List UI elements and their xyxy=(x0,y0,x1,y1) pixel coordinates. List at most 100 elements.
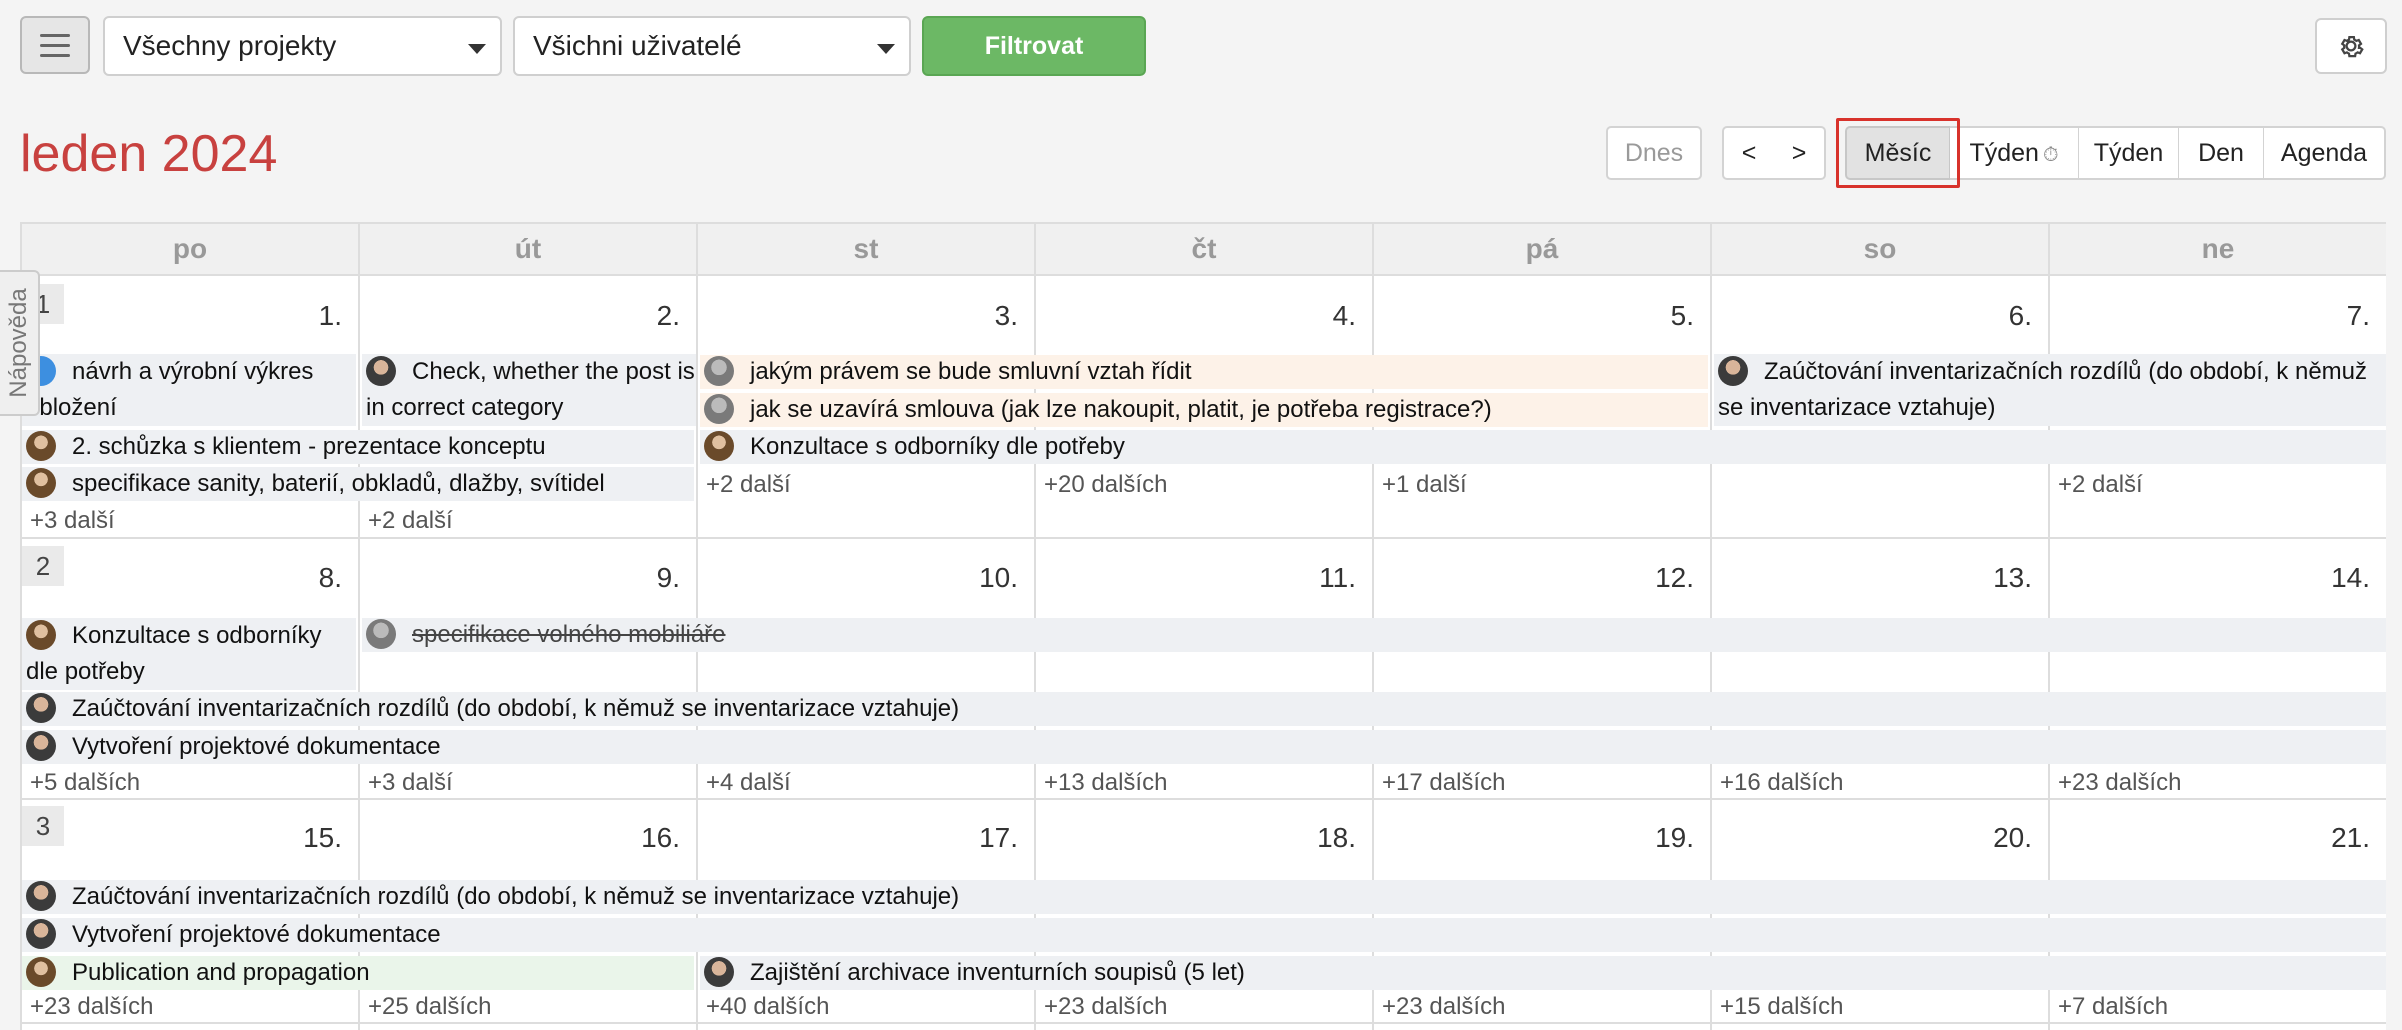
day-number[interactable]: 2. xyxy=(490,300,680,332)
more-events-link[interactable]: +23 dalších xyxy=(1382,992,1505,1022)
avatar xyxy=(1718,355,1748,386)
day-number[interactable]: 1. xyxy=(152,300,342,332)
more-events-link[interactable]: +15 dalších xyxy=(1720,992,1843,1022)
column-line xyxy=(1036,276,1374,1030)
more-events-link[interactable]: +20 dalších xyxy=(1044,470,1167,500)
day-header-ne: ne xyxy=(2050,224,2386,276)
more-events-link[interactable]: +2 další xyxy=(368,506,453,536)
more-events-link[interactable]: +23 dalších xyxy=(1044,992,1167,1022)
day-number[interactable]: 8. xyxy=(152,562,342,594)
event-title: Zajištění archivace inventurních soupisů… xyxy=(750,959,1245,986)
more-events-link[interactable]: +2 další xyxy=(706,470,791,500)
day-number[interactable]: 18. xyxy=(1166,822,1356,854)
event-title: Konzultace s odborníky dle potřeby xyxy=(750,433,1125,460)
day-number[interactable]: 3. xyxy=(828,300,1018,332)
day-number[interactable]: 17. xyxy=(828,822,1018,854)
prev-button[interactable]: < xyxy=(1722,126,1776,180)
calendar-event[interactable]: jak se uzavírá smlouva (jak lze nakoupit… xyxy=(700,393,1708,427)
day-number[interactable]: 16. xyxy=(490,822,680,854)
avatar xyxy=(366,355,396,386)
calendar-event[interactable]: Zajištění archivace inventurních soupisů… xyxy=(700,956,2386,990)
calendar-event[interactable]: Zaúčtování inventarizačních rozdílů (do … xyxy=(22,880,2386,914)
chevron-down-icon xyxy=(468,44,486,54)
filter-button[interactable]: Filtrovat xyxy=(922,16,1146,76)
user-select-value: Všichni uživatelé xyxy=(533,30,742,61)
calendar-event[interactable]: Check, whether the post is in correct ca… xyxy=(362,354,696,426)
today-button[interactable]: Dnes xyxy=(1606,126,1702,180)
more-events-link[interactable]: +16 dalších xyxy=(1720,768,1843,798)
day-header-po: po xyxy=(22,224,360,276)
help-tab-label: Nápověda xyxy=(5,288,32,398)
calendar-event[interactable]: Konzultace s odborníky dle potřeby xyxy=(22,618,356,690)
avatar xyxy=(26,730,56,761)
more-events-link[interactable]: +23 dalších xyxy=(30,992,153,1022)
calendar-event[interactable]: jakým právem se bude smluvní vztah řídit xyxy=(700,355,1708,389)
clock-icon: ⏱ xyxy=(2042,144,2059,166)
week-number[interactable]: 3 xyxy=(22,806,64,846)
more-events-link[interactable]: +13 dalších xyxy=(1044,768,1167,798)
day-number[interactable]: 19. xyxy=(1504,822,1694,854)
hamburger-menu-button[interactable] xyxy=(20,16,90,74)
event-title: specifikace sanity, baterií, obkladů, dl… xyxy=(72,470,605,497)
day-number[interactable]: 15. xyxy=(152,822,342,854)
calendar-event[interactable]: Publication and propagation xyxy=(22,956,694,990)
project-select[interactable]: Všechny projekty xyxy=(103,16,502,76)
calendar-event[interactable]: Vytvoření projektové dokumentace xyxy=(22,730,2386,764)
more-events-link[interactable]: +3 další xyxy=(368,768,453,798)
event-title: 2. schůzka s klientem - prezentace konce… xyxy=(72,433,546,460)
more-events-link[interactable]: +4 další xyxy=(706,768,791,798)
calendar-event[interactable]: návrh a výrobní výkres obložení xyxy=(22,354,356,426)
gear-icon xyxy=(2340,36,2364,58)
more-events-link[interactable]: +5 dalších xyxy=(30,768,140,798)
next-button[interactable]: > xyxy=(1774,126,1826,180)
week-row-divider xyxy=(22,537,2386,539)
more-events-link[interactable]: +17 dalších xyxy=(1382,768,1505,798)
project-select-value: Všechny projekty xyxy=(123,30,337,61)
more-events-link[interactable]: +25 dalších xyxy=(368,992,491,1022)
day-number[interactable]: 12. xyxy=(1504,562,1694,594)
day-number[interactable]: 13. xyxy=(1842,562,2032,594)
day-number[interactable]: 11. xyxy=(1166,562,1356,594)
more-events-link[interactable]: +2 další xyxy=(2058,470,2143,500)
more-events-link[interactable]: +40 dalších xyxy=(706,992,829,1022)
day-number[interactable]: 9. xyxy=(490,562,680,594)
view-week-time-button[interactable]: Týden ⏱ xyxy=(1950,126,2080,180)
day-number[interactable]: 20. xyxy=(1842,822,2032,854)
menu-icon-bar xyxy=(40,33,70,37)
week-number[interactable]: 2 xyxy=(22,546,64,586)
day-header-so: so xyxy=(1712,224,2050,276)
settings-button[interactable] xyxy=(2315,18,2387,74)
day-number[interactable]: 21. xyxy=(2180,822,2370,854)
day-number[interactable]: 4. xyxy=(1166,300,1356,332)
event-title: jak se uzavírá smlouva (jak lze nakoupit… xyxy=(750,396,1492,423)
avatar xyxy=(704,956,734,987)
user-select[interactable]: Všichni uživatelé xyxy=(513,16,911,76)
calendar-event[interactable]: 2. schůzka s klientem - prezentace konce… xyxy=(22,430,694,464)
more-events-link[interactable]: +1 další xyxy=(1382,470,1467,500)
page-title: leden 2024 xyxy=(20,125,278,183)
day-number[interactable]: 6. xyxy=(1842,300,2032,332)
day-number[interactable]: 10. xyxy=(828,562,1018,594)
help-tab[interactable]: Nápověda xyxy=(0,270,40,416)
view-week-button[interactable]: Týden xyxy=(2079,126,2180,180)
avatar xyxy=(26,430,56,461)
view-agenda-button[interactable]: Agenda xyxy=(2264,126,2386,180)
day-number[interactable]: 14. xyxy=(2180,562,2370,594)
day-number[interactable]: 5. xyxy=(1504,300,1694,332)
more-events-link[interactable]: +23 dalších xyxy=(2058,768,2181,798)
more-events-link[interactable]: +7 dalších xyxy=(2058,992,2168,1022)
more-events-link[interactable]: +3 další xyxy=(30,506,115,536)
event-title: návrh a výrobní výkres obložení xyxy=(26,358,314,421)
calendar-event[interactable]: Konzultace s odborníky dle potřeby xyxy=(700,430,2386,464)
week-row-divider xyxy=(22,1022,2386,1024)
calendar-event[interactable]: specifikace volného mobiliáře xyxy=(362,618,2386,652)
view-day-button[interactable]: Den xyxy=(2179,126,2265,180)
calendar-event[interactable]: Zaúčtování inventarizačních rozdílů (do … xyxy=(1714,354,2386,426)
calendar-event[interactable]: Zaúčtování inventarizačních rozdílů (do … xyxy=(22,692,2386,726)
calendar-event[interactable]: specifikace sanity, baterií, obkladů, dl… xyxy=(22,467,694,501)
calendar-event[interactable]: Vytvoření projektové dokumentace xyxy=(22,918,2386,952)
day-number[interactable]: 7. xyxy=(2180,300,2370,332)
event-title: specifikace volného mobiliáře xyxy=(412,621,726,648)
view-week-time-label: Týden xyxy=(1969,139,2039,167)
view-month-button[interactable]: Měsíc xyxy=(1845,126,1951,180)
